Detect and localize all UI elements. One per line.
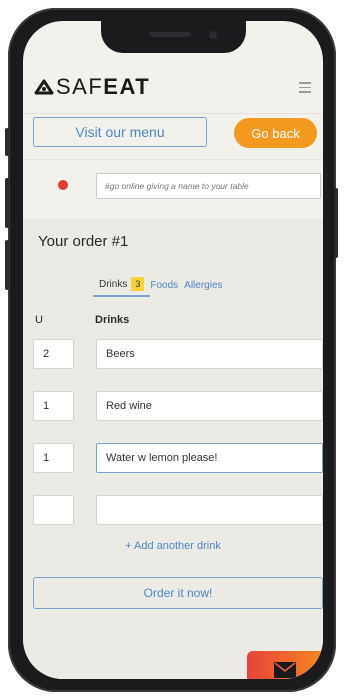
speaker-grille: [149, 32, 191, 37]
tab-drinks-label: Drinks: [99, 278, 128, 290]
quantity-field[interactable]: 1: [33, 391, 74, 421]
drink-field[interactable]: Beers: [96, 339, 323, 369]
safeat-logo-icon: [34, 79, 54, 95]
drink-field-active[interactable]: Water w lemon please!: [96, 443, 323, 473]
tab-foods[interactable]: Foods: [150, 280, 184, 295]
tab-allergies[interactable]: Allergies: [184, 280, 228, 295]
brand-name-light: SAF: [56, 74, 104, 99]
order-tabs: Drinks 3 Foods Allergies: [93, 277, 229, 297]
volume-down-button: [5, 240, 9, 290]
hamburger-icon[interactable]: [299, 82, 311, 96]
go-back-button[interactable]: Go back: [234, 118, 317, 148]
visit-menu-button[interactable]: Visit our menu: [33, 117, 207, 147]
quantity-field[interactable]: 1: [33, 443, 74, 473]
brand-name-bold: EAT: [103, 74, 151, 99]
drink-field[interactable]: Red wine: [96, 391, 323, 421]
power-button: [334, 188, 338, 258]
quantity-field[interactable]: [33, 495, 74, 525]
contact-button[interactable]: [247, 651, 323, 679]
table-status-dot: [58, 180, 68, 190]
units-column-header: U: [35, 314, 43, 326]
order-title: Your order #1: [38, 233, 129, 250]
brand-name: SAFEAT: [56, 74, 150, 100]
mute-switch: [5, 128, 9, 156]
quantity-field[interactable]: 2: [33, 339, 74, 369]
table-name-input[interactable]: [96, 173, 321, 199]
drink-field[interactable]: [96, 495, 323, 525]
app-screen: SAFEAT Visit our menu Go back Your order…: [23, 21, 323, 679]
header-divider: [23, 113, 323, 114]
drinks-count-badge: 3: [131, 277, 145, 291]
phone-notch: [101, 21, 246, 53]
order-now-button[interactable]: Order it now!: [33, 577, 323, 609]
tab-drinks[interactable]: Drinks 3: [93, 277, 151, 297]
volume-up-button: [5, 178, 9, 228]
drinks-column-header: Drinks: [95, 314, 130, 326]
safeat-logo[interactable]: SAFEAT: [34, 74, 150, 100]
camera-icon: [209, 31, 217, 39]
add-drink-link[interactable]: + Add another drink: [23, 540, 323, 552]
mail-icon: [274, 662, 296, 678]
